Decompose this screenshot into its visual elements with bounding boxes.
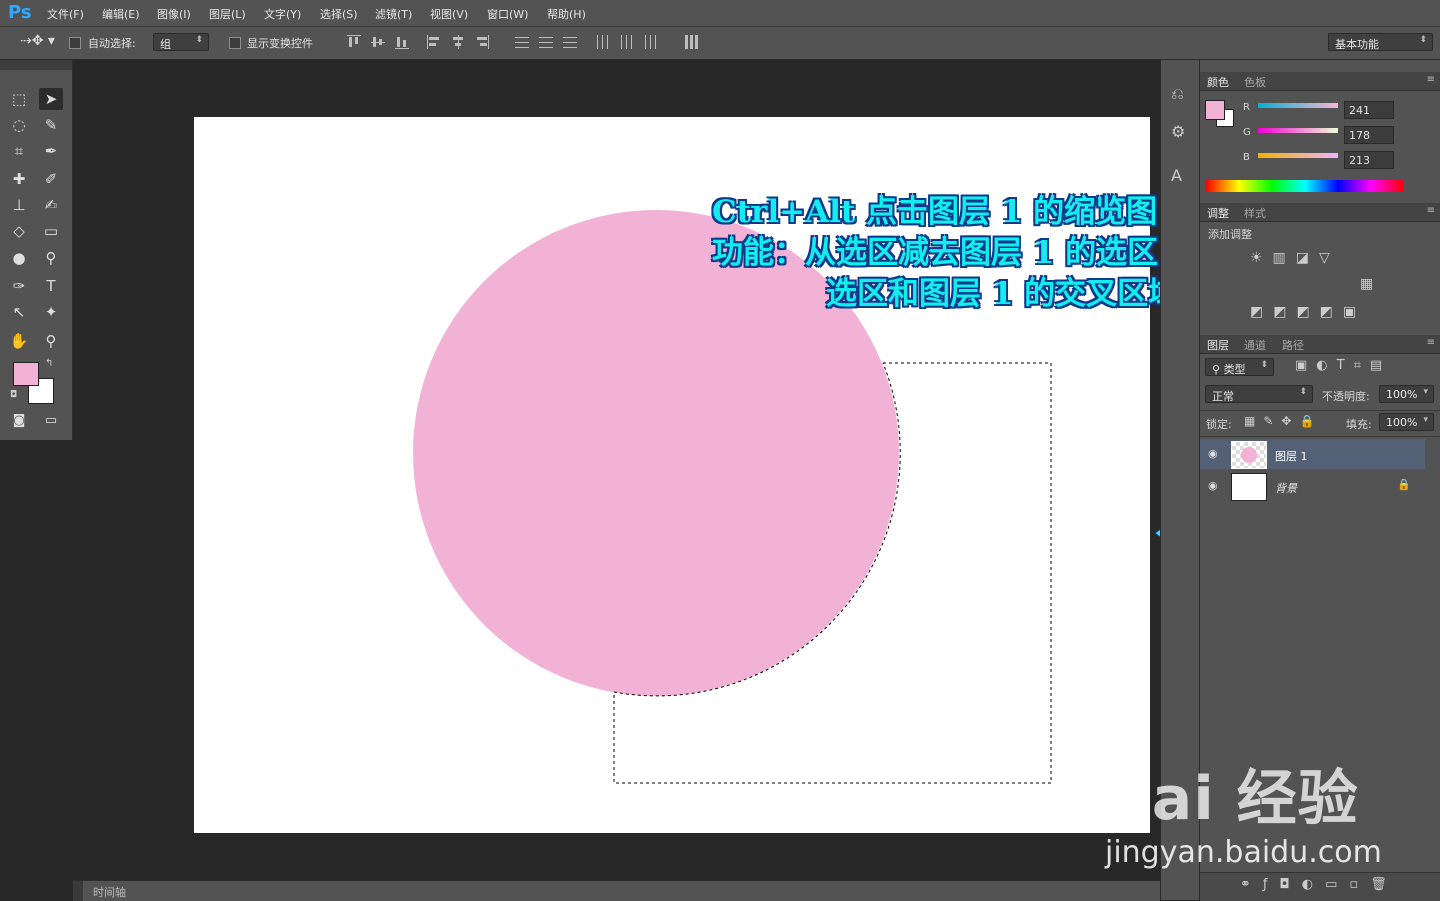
r-slider[interactable] [1258, 103, 1338, 108]
timeline-panel: 时间轴 [73, 880, 1160, 901]
layers-panel-tabs: 图层 通道 路径 ≡ [1200, 335, 1440, 354]
color-panel-menu-icon[interactable]: ≡ [1427, 74, 1435, 85]
b-value-field[interactable]: 213 [1344, 151, 1394, 169]
baidu-watermark-url: jingyan.baidu.com [1105, 835, 1382, 870]
lock-icon: 🔒 [1397, 478, 1411, 491]
divider [1200, 410, 1440, 411]
lock-icons[interactable]: ▦✎✥🔒 [1244, 414, 1322, 428]
adjust-panel-menu-icon[interactable]: ≡ [1427, 205, 1435, 216]
annotation-line-1: Ctrl+Alt 点击图层 1 的缩览图 [712, 194, 1158, 230]
annotation-line-2: 功能：从选区减去图层 1 的选区， [712, 235, 1190, 271]
layer-row-background[interactable]: ◉ 背景 🔒 [1200, 471, 1425, 501]
layer-1-thumbnail-circle [1241, 447, 1257, 463]
layers-footer: ⚭ƒ◘◐▭▫🗑 [1200, 872, 1440, 901]
filter-search-icon: ⚲ [1212, 363, 1224, 376]
b-slider[interactable] [1258, 153, 1338, 158]
g-value-field[interactable]: 178 [1344, 126, 1394, 144]
layer-name[interactable]: 图层 1 [1275, 448, 1308, 464]
adjust-panel-tabs: 调整 样式 ≡ [1200, 203, 1440, 222]
opacity-field[interactable]: 100% ▾ [1379, 385, 1434, 403]
g-label: G [1243, 127, 1251, 138]
timeline-label[interactable]: 时间轴 [93, 884, 126, 900]
tab-layers[interactable]: 图层 [1207, 337, 1229, 353]
layers-footer-icons[interactable]: ⚭ƒ◘◐▭▫🗑 [1240, 877, 1399, 892]
layer-1-thumbnail[interactable] [1231, 441, 1267, 469]
layers-panel-menu-icon[interactable]: ≡ [1427, 337, 1435, 348]
background-thumbnail[interactable] [1231, 473, 1267, 501]
tab-adjustments[interactable]: 调整 [1207, 205, 1229, 221]
fill-value: 100% [1386, 416, 1418, 429]
layer-filter-dropdown[interactable]: ⚲ 类型 ⬍ [1205, 358, 1274, 376]
layer-filter-value: 类型 [1223, 363, 1246, 376]
properties-panel-icon[interactable]: ⚙ [1171, 122, 1185, 141]
tab-styles[interactable]: 样式 [1244, 205, 1266, 221]
character-panel-icon[interactable]: A [1171, 166, 1182, 185]
tab-channels[interactable]: 通道 [1244, 337, 1266, 353]
r-label: R [1243, 102, 1250, 113]
color-spectrum-bar[interactable] [1206, 180, 1404, 192]
opacity-value: 100% [1386, 388, 1418, 401]
history-panel-icon[interactable]: ⎌ [1171, 84, 1184, 104]
tab-paths[interactable]: 路径 [1282, 337, 1304, 353]
visibility-eye-icon[interactable]: ◉ [1208, 447, 1218, 460]
adjustment-icons-row-3[interactable]: ◩◩◩◩▣ [1250, 304, 1366, 320]
blend-mode-value: 正常 [1212, 390, 1234, 403]
tab-swatches[interactable]: 色板 [1244, 74, 1266, 90]
g-slider[interactable] [1258, 128, 1338, 133]
layer-name[interactable]: 背景 [1275, 480, 1297, 496]
baidu-watermark-logo: Bai 经验 [1105, 764, 1359, 834]
adjust-heading: 添加调整 [1208, 228, 1252, 241]
opacity-label: 不透明度: [1322, 390, 1370, 403]
adjustment-icons-row-1[interactable]: ☀▥◪▽ [1250, 250, 1340, 266]
fill-label: 填充: [1346, 418, 1372, 431]
r-value-field[interactable]: 241 [1344, 101, 1394, 119]
lock-label: 锁定: [1206, 418, 1232, 431]
fill-field[interactable]: 100% ▾ [1379, 413, 1434, 431]
visibility-eye-icon[interactable]: ◉ [1208, 479, 1218, 492]
b-label: B [1243, 152, 1250, 163]
layer-row-1[interactable]: ◉ 图层 1 [1200, 439, 1425, 469]
color-panel-tabs: 颜色 色板 ≡ [1200, 72, 1440, 91]
color-lookup-icon[interactable]: ▦ [1360, 276, 1373, 292]
timeline-grip[interactable] [73, 881, 83, 901]
tab-color[interactable]: 颜色 [1207, 74, 1229, 90]
color-fg-swatch[interactable] [1205, 100, 1225, 120]
layer-filter-icons[interactable]: ▣◐T⌗▤ [1295, 358, 1391, 373]
blend-mode-dropdown[interactable]: 正常 ⬍ [1205, 385, 1313, 403]
divider [1200, 436, 1440, 437]
